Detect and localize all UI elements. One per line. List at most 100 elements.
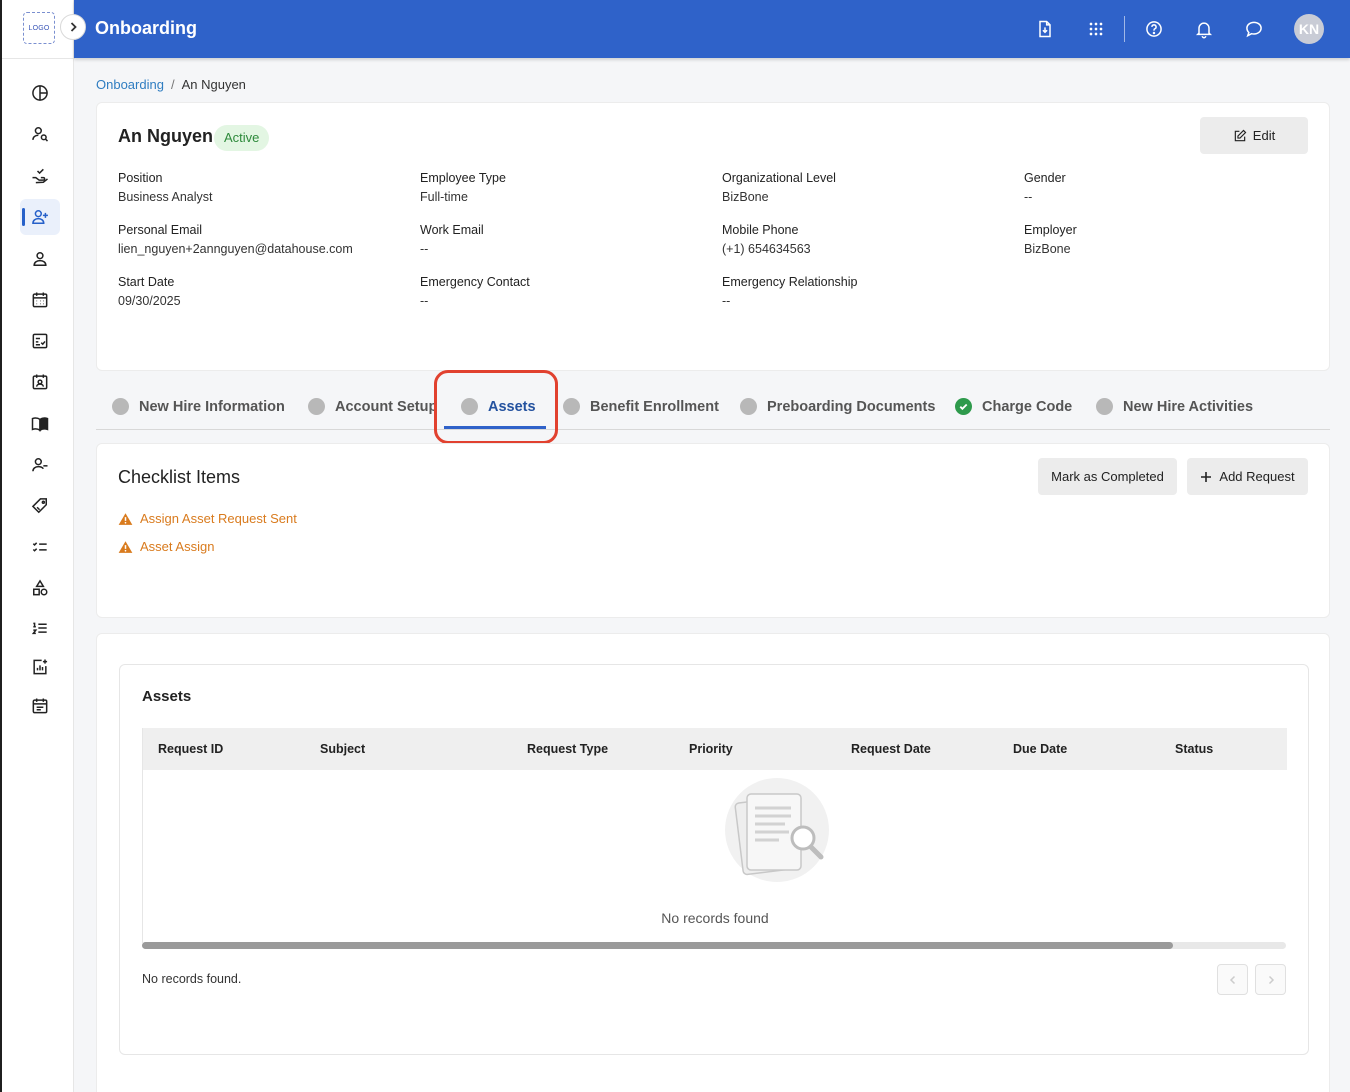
sidebar-collapse-button[interactable] [60,14,86,40]
mark-as-completed-label: Mark as Completed [1051,469,1164,484]
sidebar-item-dashboard[interactable] [20,75,60,111]
sidebar-item-calendar[interactable] [20,282,60,318]
column-header-request-date[interactable]: Request Date [851,742,931,756]
people-search-icon [32,126,49,142]
notifications-button[interactable] [1192,17,1216,41]
download-button[interactable] [1033,17,1057,41]
field-value: Full-time [420,190,468,204]
sidebar-item-handshake[interactable] [20,158,60,194]
column-header-request-id[interactable]: Request ID [158,742,223,756]
checklist-item[interactable]: Assign Asset Request Sent [118,511,297,526]
chat-icon [1246,21,1262,38]
sidebar-item-handbook[interactable] [20,406,60,442]
checklist-item[interactable]: Asset Assign [118,539,214,554]
sidebar-item-offboarding[interactable] [20,447,60,483]
status-badge: Active [214,125,270,151]
field-value: lien_nguyen+2annguyen@datahouse.com [118,242,353,256]
empty-documents-icon [725,778,829,882]
checklist-doc-icon [32,333,48,349]
sidebar-item-reports[interactable] [20,649,60,685]
field-value: -- [722,294,731,308]
help-icon [1146,21,1162,37]
sidebar-item-assets[interactable] [20,570,60,606]
apps-grid-icon [1089,22,1103,36]
sidebar-item-schedule[interactable] [20,688,60,724]
user-avatar[interactable]: KN [1294,14,1324,44]
add-user-icon [32,210,48,224]
app-logo[interactable]: LOGO [23,12,55,44]
add-request-button[interactable]: Add Request [1187,458,1308,495]
field-start-date: Start Date 09/30/2025 [118,274,181,309]
column-header-status[interactable]: Status [1175,742,1213,756]
help-button[interactable] [1142,17,1166,41]
tab-label: Benefit Enrollment [590,398,719,415]
tag-icon [31,498,47,514]
next-page-button[interactable] [1255,964,1286,995]
sidebar-item-people-search[interactable] [20,116,60,152]
sidebar-item-id-card[interactable] [20,364,60,400]
scrollbar-thumb[interactable] [142,942,1173,949]
field-emergency-relationship: Emergency Relationship -- [722,274,858,309]
field-emergency-contact: Emergency Contact -- [420,274,530,309]
sidebar-item-checklist[interactable] [20,323,60,359]
field-label: Work Email [420,223,484,237]
chevron-right-icon [70,22,77,32]
field-label: Start Date [118,275,175,289]
column-header-due-date[interactable]: Due Date [1013,742,1067,756]
checklist-title: Checklist Items [118,467,241,487]
column-header-request-type[interactable]: Request Type [527,742,608,756]
shapes-icon [33,579,48,596]
horizontal-scrollbar[interactable] [142,942,1286,949]
download-file-icon [1039,20,1051,38]
dashboard-icon [32,85,48,101]
chevron-left-icon [1229,975,1235,984]
sidebar-item-tags[interactable] [20,488,60,524]
sidebar-item-person[interactable] [20,241,60,277]
sidebar-item-tasks[interactable] [20,529,60,565]
breadcrumb-current: An Nguyen [181,77,246,92]
field-work-email: Work Email -- [420,222,484,257]
field-mobile-phone: Mobile Phone (+1) 654634563 [722,222,811,257]
mark-as-completed-button[interactable]: Mark as Completed [1038,458,1177,495]
sidebar-item-lists[interactable] [20,610,60,646]
plus-icon [1201,471,1212,482]
left-sidebar: LOGO [0,0,75,1092]
tab-status-pending-icon [1096,398,1113,415]
check-circle-icon [955,398,972,415]
edit-button-label: Edit [1252,128,1276,143]
field-label: Emergency Contact [420,275,530,289]
warning-icon [118,540,133,553]
apps-button[interactable] [1084,17,1108,41]
assets-table: Request ID Subject Request Type Priority… [142,728,1287,943]
tab-new-hire-activities[interactable]: New Hire Activities [1096,398,1253,415]
employee-profile-card: An Nguyen Active Edit Position Business … [96,102,1330,371]
edit-button[interactable]: Edit [1200,117,1308,154]
task-list-icon [32,542,47,552]
breadcrumb-onboarding-link[interactable]: Onboarding [96,77,164,92]
tab-label: New Hire Information [139,398,285,415]
tab-charge-code[interactable]: Charge Code [955,398,1072,415]
field-label: Gender [1024,171,1066,185]
numbered-list-icon [31,622,47,635]
previous-page-button[interactable] [1217,964,1248,995]
field-value: 09/30/2025 [118,294,181,308]
field-label: Personal Email [118,223,203,237]
person-icon [33,252,47,266]
tab-label: Charge Code [982,398,1073,415]
field-position: Position Business Analyst [118,170,213,205]
field-employer: Employer BizBone [1024,222,1077,257]
column-header-priority[interactable]: Priority [689,742,733,756]
tab-account-setup[interactable]: Account Setup [308,398,437,415]
field-value: (+1) 654634563 [722,242,811,256]
tab-new-hire-information[interactable]: New Hire Information [112,398,285,415]
tab-label: Account Setup [335,398,438,415]
tab-status-pending-icon [740,398,757,415]
column-header-subject[interactable]: Subject [320,742,365,756]
tab-benefit-enrollment[interactable]: Benefit Enrollment [563,398,719,415]
chat-button[interactable] [1242,17,1266,41]
report-chart-icon [33,659,48,675]
tab-preboarding-documents[interactable]: Preboarding Documents [740,398,935,415]
breadcrumb-separator: / [170,77,175,92]
assets-panel: Assets Request ID Subject Request Type P… [119,664,1309,1055]
sidebar-item-onboarding[interactable] [20,199,60,235]
